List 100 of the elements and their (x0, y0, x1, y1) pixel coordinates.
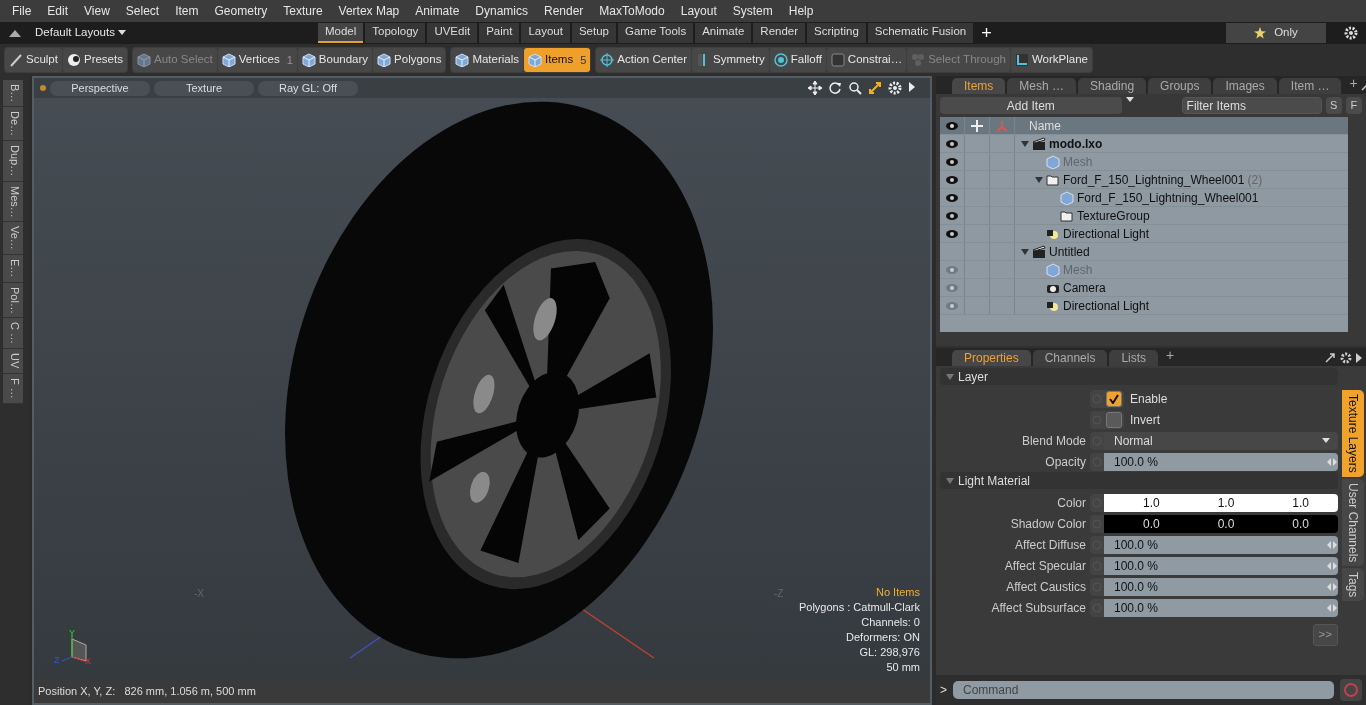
menu-item[interactable]: Help (780, 2, 822, 20)
layout-tab[interactable]: UVEdit (427, 23, 478, 43)
menu-item[interactable]: File (4, 2, 40, 20)
layout-tab[interactable]: Model (318, 23, 364, 43)
eye-icon[interactable] (946, 175, 958, 184)
side-tab[interactable]: Tags (1342, 568, 1364, 602)
tool-button[interactable]: Boundary (297, 48, 373, 72)
expand-arrow-icon[interactable] (1021, 139, 1029, 148)
panel-tab[interactable]: Item … (1278, 78, 1342, 94)
record-icon[interactable] (1340, 679, 1362, 701)
add-tab-button[interactable]: + (1166, 345, 1175, 366)
animate-dot-icon[interactable] (1092, 393, 1102, 404)
move-icon[interactable] (808, 81, 822, 95)
layout-tab[interactable]: Scripting (807, 23, 866, 43)
menu-item[interactable]: Item (167, 2, 207, 20)
tool-tab[interactable]: B… (3, 80, 23, 108)
tool-button[interactable]: Polygons (373, 48, 446, 72)
tool-button[interactable]: Symmetry (692, 48, 769, 72)
percent-field[interactable]: 100.0 % (1104, 598, 1338, 617)
tool-tab[interactable]: Mes… (3, 181, 23, 223)
filter-toggle-button[interactable]: S (1325, 97, 1342, 114)
panel-tab[interactable]: Groups (1148, 78, 1212, 94)
layout-tab[interactable]: Schematic Fusion (867, 23, 974, 43)
animate-dot-icon[interactable] (1092, 560, 1102, 571)
item-name[interactable]: TextureGroup (1077, 206, 1150, 225)
search-icon[interactable] (848, 81, 862, 95)
filter-toggle-button[interactable]: F (1345, 97, 1362, 114)
menu-item[interactable]: Animate (407, 2, 468, 20)
panel-tab[interactable]: Channels (1032, 350, 1108, 366)
percent-field[interactable]: 100.0 % (1104, 535, 1338, 554)
menu-item[interactable]: MaxToModo (591, 2, 673, 20)
settings-icon[interactable] (1344, 26, 1358, 40)
animate-dot-icon[interactable] (1092, 497, 1102, 508)
layout-tab[interactable]: Topology (365, 23, 426, 43)
layout-tab[interactable]: Game Tools (618, 23, 694, 43)
eye-icon[interactable] (946, 139, 958, 148)
eye-icon[interactable] (946, 157, 958, 166)
menu-item[interactable]: Vertex Map (330, 2, 408, 20)
item-name[interactable]: Ford_F_150_Lightning_Wheel001 (1077, 188, 1259, 207)
animate-dot-icon[interactable] (1092, 435, 1102, 446)
menu-item[interactable]: Texture (275, 2, 331, 20)
layout-tab[interactable]: Layout (521, 23, 570, 43)
checkbox[interactable] (1106, 411, 1122, 428)
percent-field[interactable]: 100.0 % (1104, 556, 1338, 575)
tool-tab[interactable]: UV (3, 349, 23, 374)
layouts-dropdown[interactable]: Default Layouts (30, 22, 160, 44)
panel-tab[interactable]: Images (1213, 78, 1277, 94)
side-tab[interactable]: Texture Layers (1342, 390, 1364, 477)
menu-item[interactable]: Edit (39, 2, 77, 20)
animate-dot-icon[interactable] (1092, 414, 1102, 425)
tool-tab[interactable]: Dup… (3, 141, 23, 182)
panel-tab[interactable]: Lists (1109, 350, 1159, 366)
layout-tab[interactable]: Paint (479, 23, 520, 43)
tool-button[interactable]: Action Center (596, 48, 691, 72)
tool-button[interactable]: WorkPlane (1010, 48, 1092, 72)
item-name[interactable]: Untitled (1049, 242, 1090, 261)
side-tab[interactable]: User Channels (1342, 478, 1364, 567)
layout-tab[interactable]: Setup (571, 23, 616, 43)
tool-tab[interactable]: Ve… (3, 222, 23, 256)
add-item-button[interactable]: Add Item (940, 97, 1122, 114)
tool-button[interactable]: Falloff (769, 48, 826, 72)
tool-button[interactable]: Items 5 (524, 48, 591, 72)
layout-tab[interactable]: Animate (695, 23, 752, 43)
animate-dot-icon[interactable] (1092, 456, 1102, 467)
item-name[interactable]: Ford_F_150_Lightning_Wheel001 (1063, 170, 1245, 189)
checkbox[interactable] (1106, 390, 1122, 407)
filter-field[interactable]: Filter Items (1181, 97, 1322, 114)
menu-item[interactable]: Render (536, 2, 592, 20)
item-name[interactable]: modo.lxo (1049, 134, 1103, 153)
tool-button[interactable]: Presets (62, 48, 127, 72)
tool-button[interactable]: Sculpt (5, 48, 62, 72)
tool-tab[interactable]: F … (3, 373, 23, 404)
menu-item[interactable]: Geometry (206, 2, 276, 20)
tool-tab[interactable]: Pol… (3, 282, 23, 319)
expand-arrow-icon[interactable] (1021, 247, 1029, 256)
collapse-arrow-icon[interactable] (946, 372, 954, 381)
color-field[interactable]: 0.0 0.0 0.0 (1104, 514, 1338, 533)
column-header[interactable]: Name (1015, 117, 1061, 135)
animate-dot-icon[interactable] (1092, 518, 1102, 529)
color-field[interactable]: 1.0 1.0 1.0 (1104, 493, 1338, 512)
collapse-arrow-icon[interactable] (946, 476, 954, 485)
tool-button[interactable]: Materials (451, 48, 524, 72)
menu-item[interactable]: Layout (672, 2, 725, 20)
eye-icon[interactable] (946, 211, 958, 220)
menu-item[interactable]: View (76, 2, 118, 20)
percent-field[interactable]: 100.0 % (1104, 452, 1338, 471)
settings-icon[interactable] (1340, 352, 1352, 364)
rotate-icon[interactable] (828, 81, 842, 95)
panel-tab[interactable]: Mesh … (1007, 78, 1077, 94)
animate-dot-icon[interactable] (1092, 539, 1102, 550)
tool-button[interactable]: Constrai… (826, 48, 907, 72)
eye-icon[interactable] (946, 193, 958, 202)
play-icon[interactable] (908, 81, 916, 93)
eye-icon[interactable] (946, 229, 958, 238)
tool-tab[interactable]: C … (3, 318, 23, 350)
panel-tab[interactable]: Shading (1078, 78, 1147, 94)
add-tab-button[interactable]: + (1349, 73, 1358, 94)
tool-button[interactable]: Vertices 1 (217, 48, 297, 72)
add-tab-button[interactable]: + (981, 22, 992, 44)
item-name[interactable]: Directional Light (1063, 296, 1150, 315)
